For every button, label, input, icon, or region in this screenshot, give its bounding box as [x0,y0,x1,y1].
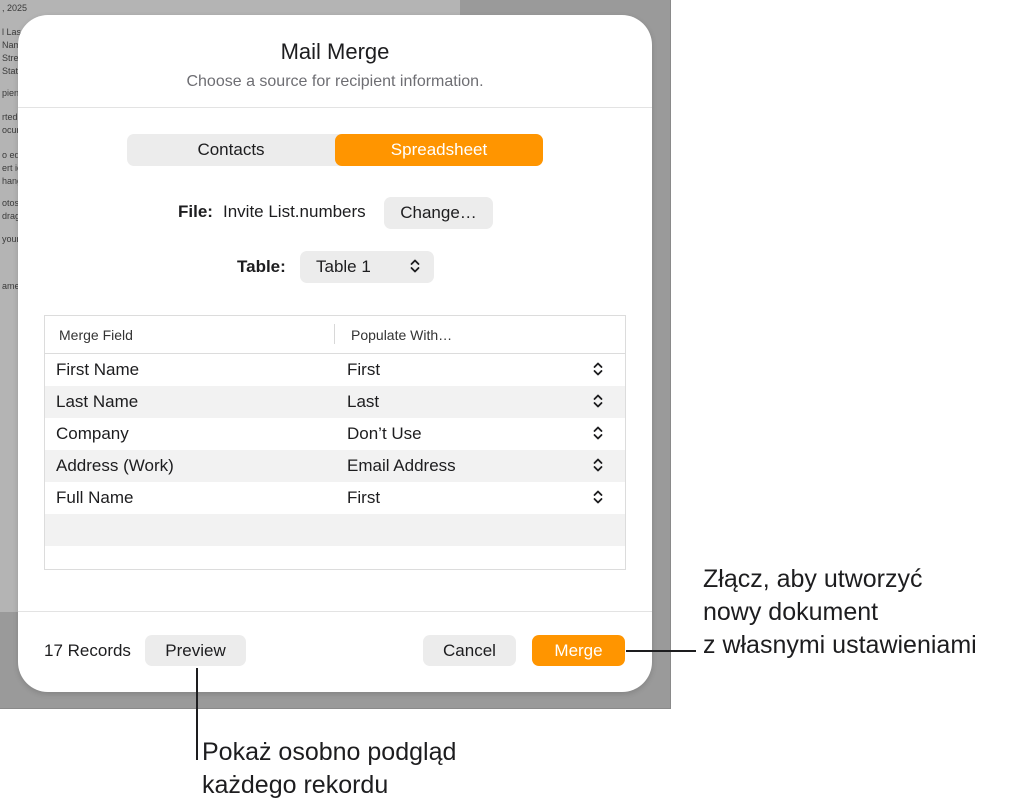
chevron-updown-icon[interactable] [593,361,603,382]
file-name: Invite List.numbers [223,202,366,221]
merge-field-table: Merge Field Populate With… First Name Fi… [44,315,626,570]
background-text: o ed [2,150,20,160]
tab-spreadsheet[interactable]: Spreadsheet [335,134,543,166]
merge-field-name: Last Name [56,392,139,411]
dialog-title: Mail Merge [280,39,390,64]
populate-with-select[interactable]: First [347,488,380,508]
background-text: pien [2,88,20,98]
chevron-updown-icon [410,258,420,279]
table-header: Merge Field Populate With… [45,316,625,354]
change-file-button[interactable]: Change… [384,197,493,229]
table-row: Company Don’t Use [45,418,625,450]
background-text: , 2025 [2,3,28,13]
header-divider [18,107,652,108]
populate-with-select[interactable]: Last [347,392,379,412]
chevron-updown-icon[interactable] [593,457,603,478]
column-header-populate-with[interactable]: Populate With… [351,327,452,343]
mail-merge-dialog: Mail Merge Choose a source for recipient… [18,15,652,692]
callout-line-text: nowy dokument [703,598,879,626]
merge-callout-line [626,650,696,652]
preview-callout-line [196,668,198,760]
populate-with-select[interactable]: Don’t Use [347,424,422,444]
merge-field-name: Full Name [56,488,134,507]
table-select-value: Table 1 [316,257,371,276]
column-divider [334,324,335,344]
merge-field-name: First Name [56,360,140,379]
table-select[interactable]: Table 1 [300,251,434,283]
populate-with-select[interactable]: Email Address [347,456,456,476]
table-row-empty [45,514,625,546]
merge-field-name: Company [56,424,129,443]
preview-button[interactable]: Preview [145,635,246,666]
table-label: Table: [237,257,286,276]
callout-line-text: Złącz, aby utworzyć [703,565,923,593]
footer-divider [18,611,652,612]
column-header-merge-field[interactable]: Merge Field [59,327,133,343]
table-row: First Name First [45,354,625,386]
table-row: Full Name First [45,482,625,514]
callout-line-text: Pokaż osobno podgląd [202,738,457,766]
background-text: l Las [2,27,22,37]
callout-line-text: z własnymi ustawieniami [703,631,977,659]
chevron-updown-icon[interactable] [593,425,603,446]
tab-contacts[interactable]: Contacts [127,134,335,166]
table-row: Address (Work) Email Address [45,450,625,482]
cancel-button[interactable]: Cancel [423,635,516,666]
chevron-updown-icon[interactable] [593,489,603,510]
background-text: ame [2,281,20,291]
records-count: 17 Records [44,641,131,660]
background-text: Stre [2,53,19,63]
background-text: otos [2,198,20,208]
background-text: rted [2,112,18,122]
populate-with-select[interactable]: First [347,360,380,380]
merge-field-name: Address (Work) [56,456,174,475]
dialog-subtitle: Choose a source for recipient informatio… [186,73,484,90]
source-segmented-control: Contacts Spreadsheet [127,134,543,166]
background-text: Stat [2,66,19,76]
file-label: File: [178,202,213,221]
merge-callout: Złącz, aby utworzyć nowy dokument z włas… [703,563,977,662]
table-row: Last Name Last [45,386,625,418]
chevron-updown-icon[interactable] [593,393,603,414]
background-text: your [2,234,20,244]
callout-line-text: każdego rekordu [202,771,389,799]
preview-callout: Pokaż osobno podgląd każdego rekordu [202,736,456,802]
merge-button[interactable]: Merge [532,635,625,666]
